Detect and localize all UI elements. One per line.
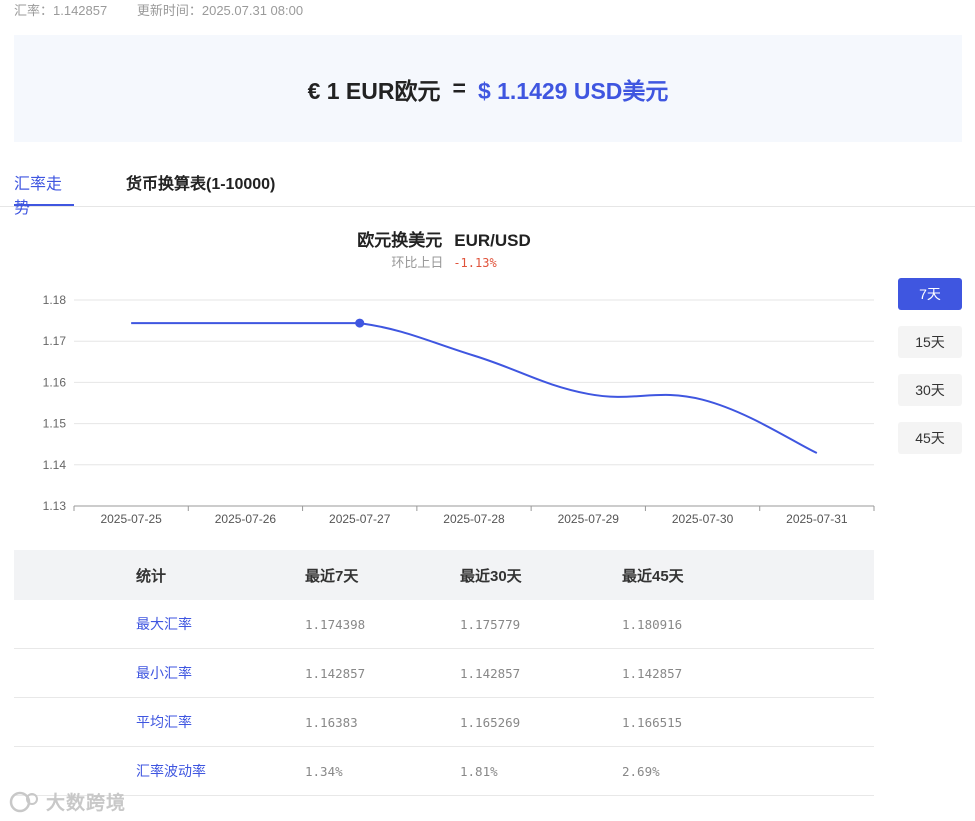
- highlight-point: [355, 318, 365, 328]
- y-tick-label: 1.17: [43, 334, 67, 348]
- series-line: [131, 322, 818, 454]
- watermark-logo-icon: [9, 791, 38, 812]
- x-tick-label: 2025-07-25: [100, 512, 162, 526]
- stat-value: 1.142857: [305, 648, 460, 698]
- stat-value: 1.81%: [460, 746, 622, 796]
- tab-conversion-table[interactable]: 货币换算表(1-10000): [126, 170, 275, 204]
- x-tick-label: 2025-07-27: [329, 512, 391, 526]
- change-label: 环比上日: [391, 255, 444, 270]
- x-tick-label: 2025-07-26: [215, 512, 277, 526]
- range-button-7d[interactable]: 7天: [898, 278, 962, 310]
- y-tick-label: 1.18: [43, 293, 67, 307]
- chart-pair-text: EUR/USD: [454, 231, 531, 250]
- stat-value: 1.165269: [460, 697, 622, 747]
- chart-subtitle: 环比上日 -1.13%: [14, 252, 874, 271]
- y-tick-label: 1.13: [43, 499, 67, 513]
- watermark-text: 大数跨境: [46, 793, 127, 814]
- row-spacer: [14, 697, 136, 747]
- rate-info-line: 汇率：1.142857 更新时间：2025.07.31 08:00: [14, 0, 329, 18]
- banner-base-amount: € 1 EUR欧元: [307, 77, 441, 104]
- y-tick-label: 1.16: [43, 375, 67, 389]
- stat-label-avg[interactable]: 平均汇率: [136, 697, 305, 747]
- row-spacer: [14, 648, 136, 698]
- x-tick-label: 2025-07-30: [672, 512, 734, 526]
- range-button-45d[interactable]: 45天: [898, 422, 962, 454]
- y-tick-label: 1.15: [43, 417, 67, 431]
- table-row: 汇率波动率 1.34% 1.81% 2.69%: [14, 746, 874, 796]
- stat-value: 1.175779: [460, 600, 622, 649]
- table-row: 平均汇率 1.16383 1.165269 1.166515: [14, 697, 874, 747]
- conversion-banner: € 1 EUR欧元 = $ 1.1429 USD美元: [14, 35, 962, 142]
- stats-header-7d: 最近7天: [305, 550, 460, 600]
- banner-quote-amount: $ 1.1429 USD美元: [477, 77, 669, 104]
- stat-value: 1.166515: [622, 697, 874, 747]
- banner-equals: =: [452, 75, 466, 101]
- x-tick-label: 2025-07-28: [443, 512, 505, 526]
- stats-header-45d: 最近45天: [622, 550, 874, 600]
- stat-value: 1.16383: [305, 697, 460, 747]
- stats-header-30d: 最近30天: [460, 550, 622, 600]
- tab-bar: 汇率走势 货币换算表(1-10000): [0, 160, 975, 217]
- row-spacer: [14, 600, 136, 649]
- stat-value: 1.142857: [460, 648, 622, 698]
- stat-value: 1.180916: [622, 600, 874, 649]
- range-button-30d[interactable]: 30天: [898, 374, 962, 406]
- watermark: 大数跨境: [8, 788, 126, 815]
- stat-value: 1.174398: [305, 600, 460, 649]
- table-row: 最小汇率 1.142857 1.142857 1.142857: [14, 648, 874, 698]
- stats-table: 统计 最近7天 最近30天 最近45天 最大汇率 1.174398 1.1757…: [14, 550, 874, 796]
- stats-header-spacer: [14, 550, 136, 600]
- stat-value: 2.69%: [622, 746, 874, 796]
- stats-header-label: 统计: [136, 550, 305, 600]
- stat-label-min[interactable]: 最小汇率: [136, 648, 305, 698]
- stats-header-row: 统计 最近7天 最近30天 最近45天: [14, 550, 874, 600]
- stat-value: 1.142857: [622, 648, 874, 698]
- y-tick-label: 1.14: [43, 458, 67, 472]
- stat-label-max[interactable]: 最大汇率: [136, 600, 305, 649]
- x-tick-label: 2025-07-31: [786, 512, 848, 526]
- tab-rate-trend[interactable]: 汇率走势: [14, 170, 74, 217]
- current-rate-text: 汇率：1.142857: [14, 3, 108, 18]
- x-tick-label: 2025-07-29: [558, 512, 620, 526]
- stat-label-volatility[interactable]: 汇率波动率: [136, 746, 305, 796]
- range-button-15d[interactable]: 15天: [898, 326, 962, 358]
- stat-value: 1.34%: [305, 746, 460, 796]
- updated-time-text: 更新时间：2025.07.31 08:00: [136, 3, 304, 18]
- chart-title: 欧元换美元 EUR/USD: [14, 226, 874, 251]
- change-value: -1.13%: [453, 256, 497, 270]
- chart-title-text: 欧元换美元: [357, 231, 443, 250]
- rate-line-chart: 1.13 1.14 1.15 1.16 1.17 1.18 2025-07-25 2025-0…: [43, 293, 875, 526]
- table-row: 最大汇率 1.174398 1.175779 1.180916: [14, 600, 874, 649]
